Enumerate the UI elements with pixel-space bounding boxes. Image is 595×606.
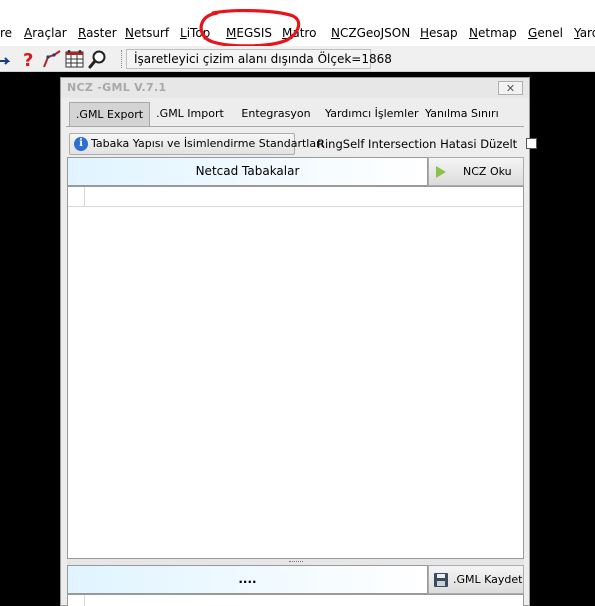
tab-gml-export[interactable]: .GML Export <box>69 102 150 127</box>
ringself-checkbox[interactable] <box>526 138 537 149</box>
standards-info-label: Tabaka Yapısı ve İsimlendirme Standartla… <box>91 137 324 150</box>
layers-grid[interactable] <box>67 186 524 559</box>
menu-bar: re Araçlar Raster Netsurf LiTop MEGSIS M… <box>0 0 595 46</box>
help-icon[interactable]: ? <box>19 49 39 69</box>
ncz-read-button[interactable]: NCZ Oku <box>428 157 524 186</box>
arrow-icon[interactable] <box>0 49 14 69</box>
menu-item-hesap[interactable]: Hesap <box>420 26 458 40</box>
close-button[interactable]: ✕ <box>498 81 523 95</box>
netcad-layers-header: Netcad Tabakalar <box>67 157 428 186</box>
standards-info-button[interactable]: i Tabaka Yapısı ve İsimlendirme Standart… <box>69 133 324 155</box>
info-icon: i <box>74 137 88 151</box>
bottom-grid[interactable] <box>67 594 524 606</box>
floppy-disk-icon <box>434 573 448 587</box>
menu-item-megsis[interactable]: MEGSIS <box>226 26 272 40</box>
magnifier-icon[interactable] <box>88 49 108 69</box>
tabstrip-divider <box>66 126 524 127</box>
ringself-label: RingSelf Intersection Hatasi Düzelt <box>317 137 518 151</box>
menu-item-genel[interactable]: Genel <box>528 26 563 40</box>
toolbar-separator <box>121 50 122 68</box>
ncz-gml-dialog: NCZ -GML V.7.1 ✕ .GML Export .GML Import… <box>60 77 537 606</box>
menu-item-yardim[interactable]: Yardım <box>574 26 595 40</box>
tab-entegrasyon[interactable]: Entegrasyon <box>237 102 315 127</box>
play-icon <box>436 166 446 178</box>
grid-header-row <box>68 187 523 207</box>
menu-item-file[interactable]: re <box>0 26 12 40</box>
polyline-icon[interactable] <box>42 49 62 69</box>
grid-column-divider <box>84 187 85 207</box>
save-gml-label: .GML Kaydet <box>453 573 523 586</box>
tab-yardimci-islemler[interactable]: Yardımcı İşlemler <box>325 102 419 127</box>
save-gml-button[interactable]: .GML Kaydet <box>428 565 524 594</box>
toolbar: ? İşaretleyici çizim alanı dışında Ölçek… <box>0 46 595 72</box>
menu-item-raster[interactable]: Raster <box>78 26 117 40</box>
menu-item-araclar[interactable]: Araçlar <box>24 26 67 40</box>
status-text: İşaretleyici çizim alanı dışında Ölçek=1… <box>126 49 392 69</box>
svg-text:?: ? <box>23 50 33 68</box>
grid-icon[interactable] <box>65 49 85 69</box>
output-file-field[interactable]: .... <box>67 565 428 594</box>
tab-gml-import[interactable]: .GML Import <box>153 102 227 127</box>
menu-item-matro[interactable]: Matro <box>282 26 316 40</box>
tab-yanilma-siniri[interactable]: Yanılma Sınırı <box>425 102 499 127</box>
menu-item-nczgeojson[interactable]: NCZGeoJSON <box>331 26 410 40</box>
menu-item-netmap[interactable]: Netmap <box>469 26 517 40</box>
menu-item-netsurf[interactable]: Netsurf <box>125 26 169 40</box>
menu-item-litop[interactable]: LiTop <box>180 26 210 40</box>
ncz-read-label: NCZ Oku <box>463 165 512 178</box>
dialog-title: NCZ -GML V.7.1 <box>67 81 167 94</box>
close-icon: ✕ <box>505 81 516 95</box>
splitter-grip-icon[interactable] <box>289 561 303 563</box>
dialog-titlebar[interactable]: NCZ -GML V.7.1 ✕ <box>61 78 529 98</box>
bottom-grid-divider <box>84 595 85 606</box>
